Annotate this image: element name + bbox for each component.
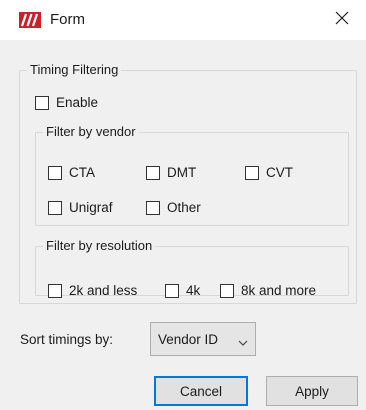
window-title: Form (50, 11, 85, 28)
enable-label: Enable (56, 95, 99, 110)
resolution-2k-label: 2k and less (69, 283, 138, 298)
vendor-dmt-label: DMT (167, 165, 197, 180)
chevron-down-icon (238, 334, 248, 352)
timing-filtering-title: Timing Filtering (27, 62, 122, 78)
resolution-8k-label: 8k and more (241, 283, 317, 298)
cancel-button[interactable]: Cancel (154, 376, 248, 406)
app-logo-icon (19, 12, 41, 28)
resolution-group-title: Filter by resolution (43, 238, 156, 254)
vendor-cta-label: CTA (69, 165, 95, 180)
apply-button[interactable]: Apply (266, 376, 358, 406)
resolution-4k-checkbox[interactable]: 4k (165, 283, 200, 299)
sort-timings-select[interactable]: Vendor ID (150, 322, 256, 356)
vendor-cvt-label: CVT (266, 165, 293, 180)
vendor-group-title: Filter by vendor (43, 124, 139, 140)
checkbox-box (146, 166, 160, 180)
checkbox-box (48, 166, 62, 180)
checkbox-box (35, 96, 49, 110)
checkbox-box (146, 201, 160, 215)
checkbox-box (245, 166, 259, 180)
checkbox-box (48, 284, 62, 298)
close-button[interactable] (322, 4, 362, 36)
resolution-8k-checkbox[interactable]: 8k and more (220, 283, 316, 299)
sort-timings-label: Sort timings by: (20, 332, 114, 347)
vendor-cvt-checkbox[interactable]: CVT (245, 165, 293, 181)
dialog-body: Timing Filtering Enable Filter by vendor… (0, 40, 366, 410)
vendor-cta-checkbox[interactable]: CTA (48, 165, 95, 181)
resolution-2k-checkbox[interactable]: 2k and less (48, 283, 137, 299)
title-bar: Form (0, 0, 366, 40)
close-icon (335, 11, 349, 30)
resolution-4k-label: 4k (186, 283, 201, 298)
vendor-unigraf-checkbox[interactable]: Unigraf (48, 200, 113, 216)
vendor-dmt-checkbox[interactable]: DMT (146, 165, 196, 181)
checkbox-box (220, 284, 234, 298)
checkbox-box (48, 201, 62, 215)
vendor-other-label: Other (167, 200, 201, 215)
enable-checkbox[interactable]: Enable (35, 95, 98, 111)
sort-selected-value: Vendor ID (158, 331, 219, 347)
vendor-other-checkbox[interactable]: Other (146, 200, 201, 216)
checkbox-box (165, 284, 179, 298)
vendor-unigraf-label: Unigraf (69, 200, 113, 215)
